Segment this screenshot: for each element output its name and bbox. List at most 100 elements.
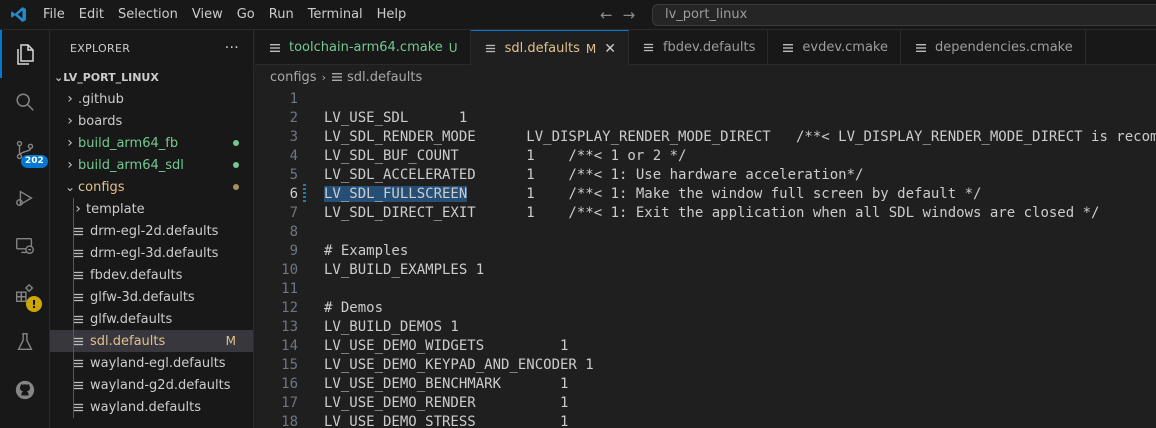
line-number: 12 — [281, 299, 298, 316]
back-arrow-icon[interactable]: ← — [600, 6, 613, 24]
code-text: LV_SDL_DIRECT_EXIT 1 /**< 1: Exit the ap… — [324, 204, 1100, 221]
code-editor[interactable]: 1 2 LV_USE_SDL 1 3 LV_SDL_RENDER_MODE LV_DIS… — [255, 88, 1156, 428]
git-status-dot — [233, 162, 239, 168]
folder-item[interactable]: › build_arm64_fb — [50, 132, 253, 154]
file-item[interactable]: drm-egl-3d.defaults — [50, 242, 253, 264]
chevron-right-icon: › — [67, 135, 73, 151]
activity-bar: 202 ! — [0, 30, 50, 428]
breadcrumb: configs › sdl.defaults — [255, 66, 1156, 88]
remote-explorer-icon[interactable] — [0, 222, 50, 270]
code-text: # Demos — [324, 299, 384, 316]
tree-item-label: glfw.defaults — [90, 311, 173, 327]
tree-item-label: glfw-3d.defaults — [90, 289, 195, 305]
explorer-icon[interactable] — [0, 30, 50, 78]
tree-item-label: drm-egl-3d.defaults — [90, 245, 219, 261]
indent-guide — [73, 374, 74, 396]
file-item[interactable]: wayland.defaults — [50, 396, 253, 418]
code-line: 7 LV_SDL_DIRECT_EXIT 1 /**< 1: Exit the a… — [255, 203, 1156, 222]
code-line: 10 LV_BUILD_EXAMPLES 1 — [255, 260, 1156, 279]
tree-item-label: fbdev.defaults — [90, 267, 183, 283]
code-line: 15 LV_USE_DEMO_KEYPAD_AND_ENCODER 1 — [255, 355, 1156, 374]
file-item[interactable]: fbdev.defaults — [50, 264, 253, 286]
menu-item-help[interactable]: Help — [370, 0, 414, 30]
search-icon[interactable] — [0, 78, 50, 126]
cmake-file-icon — [915, 42, 929, 54]
code-text: LV_USE_DEMO_RENDER 1 — [324, 394, 569, 411]
breadcrumb-folder[interactable]: configs — [270, 70, 317, 85]
github-icon[interactable] — [0, 366, 50, 414]
tab-sdl-defaults[interactable]: sdl.defaults M ✕ — [470, 30, 629, 66]
more-actions-icon[interactable]: ··· — [225, 40, 239, 56]
folder-item[interactable]: › template — [50, 198, 253, 220]
code-line: 1 — [255, 89, 1156, 108]
file-tree: › .github › boards › build_arm64_fb › build_arm… — [50, 88, 253, 418]
tab-label: evdev.cmake — [802, 40, 888, 55]
close-icon[interactable]: ✕ — [604, 41, 616, 57]
breadcrumb-separator-icon: › — [321, 70, 326, 84]
file-item[interactable]: drm-egl-2d.defaults — [50, 220, 253, 242]
code-text: LV_SDL_FULLSCREEN 1 /**< 1: Make the win… — [324, 185, 982, 202]
workspace-root[interactable]: ⌄ LV_PORT_LINUX — [50, 66, 253, 88]
extensions-icon[interactable]: ! — [0, 270, 50, 318]
tab-label: fbdev.defaults — [662, 40, 756, 55]
menu-item-file[interactable]: File — [36, 0, 72, 30]
line-number: 6 — [289, 185, 298, 202]
folder-item[interactable]: › .github — [50, 88, 253, 110]
code-text: LV_USE_DEMO_STRESS 1 — [324, 413, 569, 428]
tree-item-label: build_arm64_fb — [78, 135, 179, 151]
code-text: LV_BUILD_DEMOS 1 — [324, 318, 459, 335]
line-number: 15 — [281, 356, 298, 373]
file-item[interactable]: sdl.defaults M — [50, 330, 253, 352]
folder-item[interactable]: › boards — [50, 110, 253, 132]
line-number: 10 — [281, 261, 298, 278]
menu-item-run[interactable]: Run — [262, 0, 301, 30]
menu-item-selection[interactable]: Selection — [111, 0, 185, 30]
code-text: LV_SDL_ACCELERATED 1 /**< 1: Use hardwar… — [324, 166, 864, 183]
command-center-search[interactable]: lv_port_linux — [652, 4, 1156, 26]
file-item[interactable]: glfw-3d.defaults — [50, 286, 253, 308]
tab-fbdev-defaults[interactable]: fbdev.defaults — [629, 30, 769, 65]
indent-guide — [73, 352, 74, 374]
code-line: 11 — [255, 279, 1156, 298]
folder-item[interactable]: ⌄ configs — [50, 176, 253, 198]
file-item[interactable]: wayland-g2d.defaults — [50, 374, 253, 396]
folder-item[interactable]: › build_arm64_sdl — [50, 154, 253, 176]
code-text: LV_SDL_RENDER_MODE LV_DISPLAY_RENDER_MOD… — [324, 128, 1156, 145]
tab-dependencies-cmake[interactable]: dependencies.cmake — [901, 30, 1086, 65]
warning-badge: ! — [26, 296, 42, 312]
tab-toolchain-arm64-cmake[interactable]: toolchain-arm64.cmake U — [255, 30, 471, 65]
file-item[interactable]: glfw.defaults — [50, 308, 253, 330]
code-text: LV_BUILD_EXAMPLES 1 — [324, 261, 485, 278]
tab-git-badge: M — [585, 41, 597, 56]
menu-item-view[interactable]: View — [185, 0, 230, 30]
navigation-arrows: ← → — [600, 0, 635, 30]
line-number: 3 — [289, 128, 298, 145]
vscode-logo-icon — [0, 0, 36, 30]
code-text: LV_USE_DEMO_WIDGETS 1 — [324, 337, 569, 354]
line-number: 9 — [289, 242, 298, 259]
code-text: LV_USE_SDL 1 — [324, 109, 468, 126]
menu-item-go[interactable]: Go — [230, 0, 262, 30]
settings-file-icon — [485, 43, 499, 54]
source-control-badge: 202 — [21, 155, 48, 168]
testing-flask-icon[interactable] — [0, 318, 50, 366]
source-control-icon[interactable]: 202 — [0, 126, 50, 174]
menu-item-terminal[interactable]: Terminal — [301, 0, 370, 30]
code-line: 6 LV_SDL_FULLSCREEN 1 /**< 1: Make the wi… — [255, 184, 1156, 203]
tab-evdev-cmake[interactable]: evdev.cmake — [768, 30, 901, 65]
run-debug-icon[interactable] — [0, 174, 50, 222]
forward-arrow-icon[interactable]: → — [623, 6, 636, 24]
tree-item-label: template — [86, 201, 145, 217]
menu-bar: File Edit Selection View Go Run Terminal Help — [36, 0, 413, 30]
git-status-dot — [233, 140, 239, 146]
menu-item-edit[interactable]: Edit — [72, 0, 111, 30]
file-item[interactable]: wayland-egl.defaults — [50, 352, 253, 374]
indent-guide — [73, 396, 74, 418]
tree-item-label: wayland-g2d.defaults — [90, 377, 231, 393]
breadcrumb-file[interactable]: sdl.defaults — [347, 70, 422, 85]
tree-item-label: boards — [78, 113, 123, 129]
tab-label: toolchain-arm64.cmake — [289, 40, 443, 55]
code-line: 2 LV_USE_SDL 1 — [255, 108, 1156, 127]
line-number: 1 — [289, 90, 298, 107]
line-number: 2 — [289, 109, 298, 126]
